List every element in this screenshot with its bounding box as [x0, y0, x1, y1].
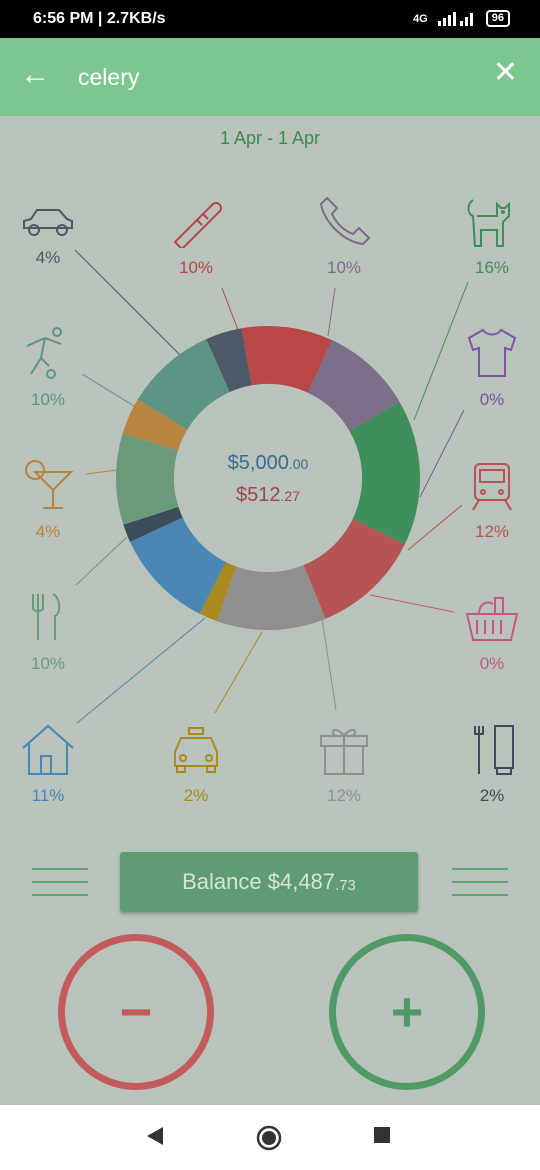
nav-back-icon[interactable]: [145, 1125, 165, 1152]
plus-icon: +: [390, 980, 424, 1043]
cat-icon: [467, 199, 510, 247]
category-percent: 12%: [474, 522, 510, 541]
category-eating-out[interactable]: 10%: [0, 590, 96, 674]
category-percent: 10%: [30, 654, 66, 673]
cocktail-icon: [25, 460, 74, 509]
tshirt-icon: [467, 328, 517, 377]
house-icon: [22, 724, 74, 775]
minus-icon: −: [119, 980, 153, 1043]
donut-center: [174, 384, 362, 572]
thermometer-icon: [173, 202, 222, 248]
category-percent: 10%: [178, 258, 214, 277]
category-percent: 10%: [30, 390, 66, 409]
category-phone[interactable]: 10%: [296, 194, 392, 278]
category-car[interactable]: 4%: [0, 206, 96, 268]
category-toiletries[interactable]: 2%: [444, 722, 540, 806]
toiletries-icon: [474, 725, 514, 775]
menu-right-icon[interactable]: [452, 868, 508, 896]
category-medical[interactable]: 10%: [148, 194, 244, 278]
balance-label: Balance: [182, 869, 262, 894]
menu-left-icon[interactable]: [32, 868, 88, 896]
expense-amount: $512: [236, 484, 281, 506]
phone-icon: [319, 196, 371, 246]
category-drinks[interactable]: 4%: [0, 458, 96, 542]
category-percent: 2%: [479, 786, 505, 805]
category-percent: 16%: [474, 258, 510, 277]
category-percent: 10%: [326, 258, 362, 277]
nav-home-icon[interactable]: [256, 1125, 282, 1156]
category-percent: 2%: [183, 786, 209, 805]
category-clothes[interactable]: 0%: [444, 326, 540, 410]
category-gifts[interactable]: 12%: [296, 722, 392, 806]
income-cents: .00: [288, 456, 309, 472]
income-amount: $5,000: [227, 452, 289, 474]
donut-expense: $512.27: [168, 484, 368, 507]
category-percent: 0%: [479, 654, 505, 673]
balance-cents: .73: [335, 876, 356, 894]
balance-amount: $4,487: [267, 869, 336, 894]
train-icon: [472, 463, 512, 511]
category-taxi[interactable]: 2%: [148, 722, 244, 806]
category-transport[interactable]: 12%: [444, 458, 540, 542]
gift-icon: [320, 729, 368, 775]
cutlery-icon: [32, 593, 61, 640]
category-percent: 0%: [479, 390, 505, 409]
soccer-icon: [26, 327, 62, 379]
taxi-icon: [174, 727, 218, 773]
nav-recents-icon[interactable]: [372, 1125, 392, 1150]
grocery-basket-icon: [465, 597, 519, 641]
category-percent: 4%: [35, 522, 61, 541]
donut-income: $5,000.00: [168, 452, 368, 475]
category-percent: 12%: [326, 786, 362, 805]
add-income-button[interactable]: +: [329, 934, 485, 1090]
car-icon: [23, 209, 73, 236]
category-house[interactable]: 11%: [0, 722, 96, 806]
category-sport[interactable]: 10%: [0, 326, 96, 410]
category-groceries[interactable]: 0%: [444, 590, 540, 674]
system-nav-bar: [0, 1105, 540, 1170]
add-expense-button[interactable]: −: [58, 934, 214, 1090]
category-pets[interactable]: 16%: [444, 194, 540, 278]
category-percent: 11%: [31, 786, 65, 805]
balance-button[interactable]: Balance $4,487.73: [120, 852, 418, 912]
category-percent: 4%: [35, 248, 61, 267]
expense-cents: .27: [280, 488, 300, 504]
